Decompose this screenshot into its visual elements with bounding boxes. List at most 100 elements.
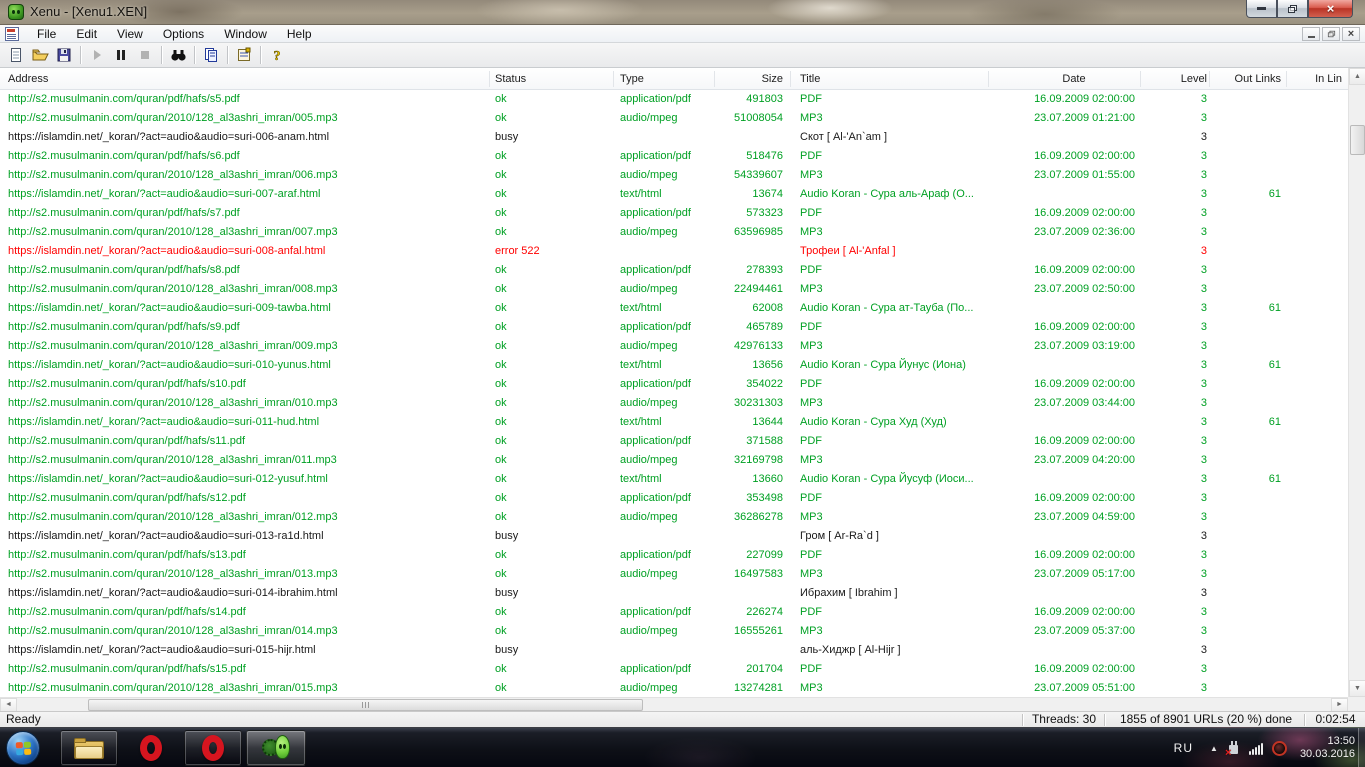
table-row[interactable]: http://s2.musulmanin.com/quran/2010/128_… [0,508,1348,527]
column-divider[interactable] [489,71,490,87]
cell-in [1288,584,1342,603]
column-divider[interactable] [714,71,715,87]
stop-button[interactable] [133,44,157,66]
table-row[interactable]: http://s2.musulmanin.com/quran/2010/128_… [0,451,1348,470]
cell-size: 30231303 [698,394,783,413]
table-row[interactable]: http://s2.musulmanin.com/quran/pdf/hafs/… [0,375,1348,394]
table-row[interactable]: http://s2.musulmanin.com/quran/pdf/hafs/… [0,603,1348,622]
table-row[interactable]: http://s2.musulmanin.com/quran/pdf/hafs/… [0,204,1348,223]
table-row[interactable]: http://s2.musulmanin.com/quran/pdf/hafs/… [0,660,1348,679]
column-header-size[interactable]: Size [698,68,783,90]
document-icon[interactable] [5,27,19,41]
table-row[interactable]: https://islamdin.net/_koran/?act=audio&a… [0,584,1348,603]
cell-type: application/pdf [620,318,702,337]
column-header-status[interactable]: Status [495,68,605,90]
table-row[interactable]: http://s2.musulmanin.com/quran/2010/128_… [0,223,1348,242]
taskbar-opera-button-2[interactable] [184,730,242,766]
menu-item-options[interactable]: Options [153,25,214,43]
vertical-scroll-thumb[interactable] [1350,125,1365,155]
table-row[interactable]: https://islamdin.net/_koran/?act=audio&a… [0,413,1348,432]
help-button[interactable]: ? [265,44,289,66]
taskbar-opera-button[interactable] [122,730,180,766]
column-header-address[interactable]: Address [8,68,478,90]
cell-date [1013,185,1135,204]
network-disconnected-icon[interactable]: × [1227,741,1240,756]
horizontal-scrollbar[interactable]: ◄ ► [0,697,1348,711]
taskbar-explorer-button[interactable] [60,730,118,766]
status-elapsed-time: 0:02:54 [1306,712,1365,727]
table-row[interactable]: http://s2.musulmanin.com/quran/2010/128_… [0,337,1348,356]
column-header-title[interactable]: Title [800,68,1000,90]
table-row[interactable]: http://s2.musulmanin.com/quran/2010/128_… [0,679,1348,697]
table-row[interactable]: http://s2.musulmanin.com/quran/2010/128_… [0,622,1348,641]
signal-bars-icon[interactable] [1249,742,1263,755]
column-divider[interactable] [613,71,614,87]
table-row[interactable]: https://islamdin.net/_koran/?act=audio&a… [0,527,1348,546]
table-row[interactable]: http://s2.musulmanin.com/quran/2010/128_… [0,109,1348,128]
menu-item-window[interactable]: Window [214,25,277,43]
table-row[interactable]: https://islamdin.net/_koran/?act=audio&a… [0,242,1348,261]
table-row[interactable]: http://s2.musulmanin.com/quran/2010/128_… [0,166,1348,185]
open-file-button[interactable] [28,44,52,66]
save-button[interactable] [52,44,76,66]
menu-item-file[interactable]: File [27,25,66,43]
menu-item-edit[interactable]: Edit [66,25,107,43]
table-row[interactable]: http://s2.musulmanin.com/quran/2010/128_… [0,565,1348,584]
language-indicator[interactable]: RU [1174,741,1201,755]
minimize-button[interactable] [1246,0,1277,18]
table-row[interactable]: http://s2.musulmanin.com/quran/pdf/hafs/… [0,318,1348,337]
mdi-restore-button[interactable] [1322,27,1340,41]
find-button[interactable] [166,44,190,66]
table-row[interactable]: http://s2.musulmanin.com/quran/2010/128_… [0,280,1348,299]
column-header-level[interactable]: Level [1145,68,1207,90]
table-row[interactable]: http://s2.musulmanin.com/quran/pdf/hafs/… [0,147,1348,166]
column-divider[interactable] [1209,71,1210,87]
close-button[interactable]: × [1308,0,1353,18]
scroll-up-button[interactable]: ▲ [1349,68,1365,85]
cell-status: ok [495,660,610,679]
show-desktop-button[interactable] [1358,728,1365,767]
pause-button[interactable] [109,44,133,66]
new-file-button[interactable] [4,44,28,66]
table-row[interactable]: https://islamdin.net/_koran/?act=audio&a… [0,299,1348,318]
clock[interactable]: 13:50 30.03.2016 [1296,735,1355,761]
menu-item-help[interactable]: Help [277,25,322,43]
mdi-close-button[interactable]: × [1342,27,1360,41]
scroll-right-button[interactable]: ► [1331,698,1348,712]
scroll-left-button[interactable]: ◄ [0,698,17,712]
column-header-out-links[interactable]: Out Links [1212,68,1281,90]
column-divider[interactable] [988,71,989,87]
column-header-in-links[interactable]: In Lin [1288,68,1342,90]
table-row[interactable]: http://s2.musulmanin.com/quran/pdf/hafs/… [0,261,1348,280]
vertical-scrollbar[interactable]: ▲ ▼ [1348,68,1365,697]
table-row[interactable]: https://islamdin.net/_koran/?act=audio&a… [0,356,1348,375]
horizontal-scroll-thumb[interactable] [88,699,643,711]
column-divider[interactable] [1140,71,1141,87]
start-button[interactable] [6,731,40,765]
taskbar-xenu-button[interactable] [246,730,306,766]
cell-out [1212,90,1281,109]
volume-icon[interactable] [1272,741,1287,756]
column-header-date[interactable]: Date [1013,68,1135,90]
table-row[interactable]: https://islamdin.net/_koran/?act=audio&a… [0,470,1348,489]
table-row[interactable]: http://s2.musulmanin.com/quran/pdf/hafs/… [0,432,1348,451]
cell-status: ok [495,109,610,128]
column-divider[interactable] [1286,71,1287,87]
table-row[interactable]: http://s2.musulmanin.com/quran/pdf/hafs/… [0,546,1348,565]
menu-item-view[interactable]: View [107,25,153,43]
scroll-down-button[interactable]: ▼ [1349,680,1365,697]
play-button[interactable] [85,44,109,66]
mdi-minimize-button[interactable] [1302,27,1320,41]
copy-button[interactable] [199,44,223,66]
table-row[interactable]: http://s2.musulmanin.com/quran/pdf/hafs/… [0,90,1348,109]
hidden-icons-caret[interactable]: ▲ [1210,744,1218,753]
table-row[interactable]: https://islamdin.net/_koran/?act=audio&a… [0,641,1348,660]
table-row[interactable]: https://islamdin.net/_koran/?act=audio&a… [0,185,1348,204]
table-row[interactable]: https://islamdin.net/_koran/?act=audio&a… [0,128,1348,147]
table-row[interactable]: http://s2.musulmanin.com/quran/2010/128_… [0,394,1348,413]
column-divider[interactable] [790,71,791,87]
properties-button[interactable] [232,44,256,66]
table-row[interactable]: http://s2.musulmanin.com/quran/pdf/hafs/… [0,489,1348,508]
column-header-type[interactable]: Type [620,68,705,90]
restore-button[interactable] [1277,0,1308,18]
